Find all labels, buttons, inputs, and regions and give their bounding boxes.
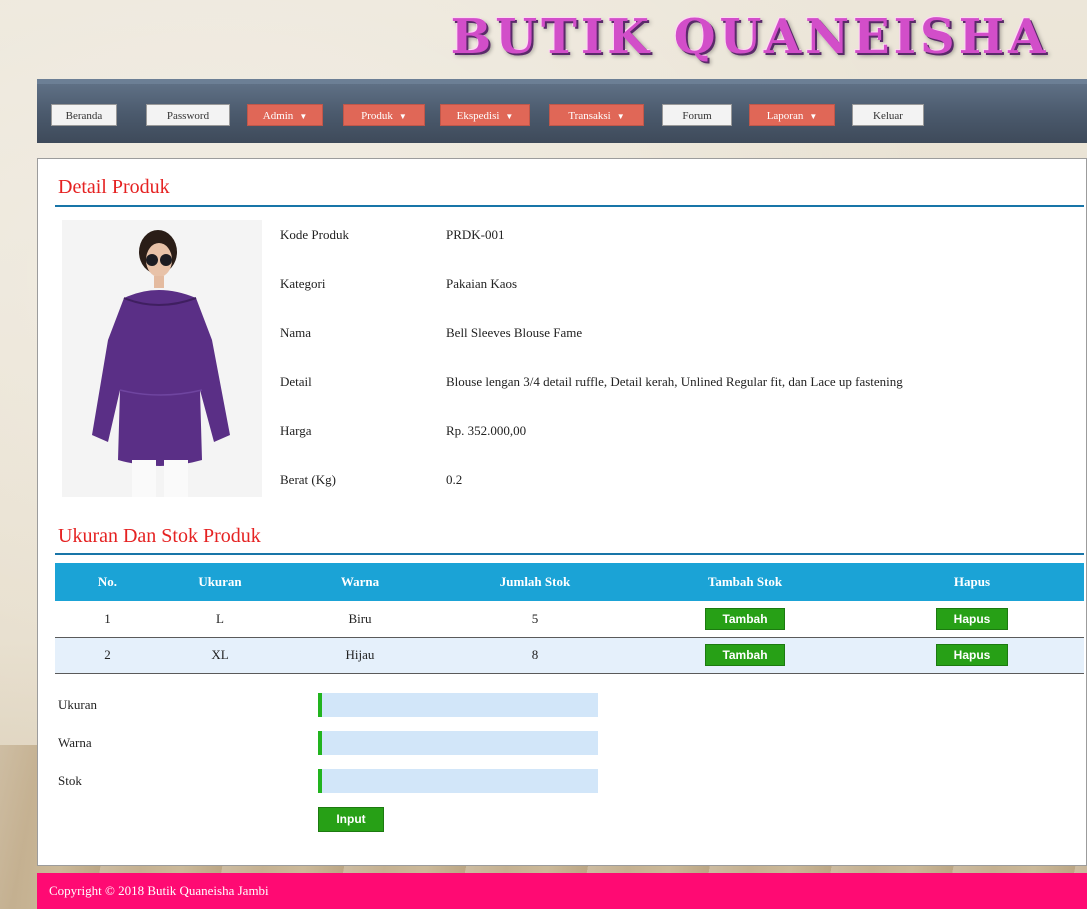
nav-item-label: Beranda — [65, 110, 103, 122]
ukuran-input[interactable] — [318, 693, 598, 717]
cell-ukuran: L — [160, 601, 280, 638]
hapus-button[interactable]: Hapus — [936, 644, 1008, 666]
cell-no: 1 — [55, 601, 160, 638]
column-header-jumlah-stok: Jumlah Stok — [440, 563, 630, 601]
cell-no: 2 — [55, 637, 160, 674]
detail-value-kode: PRDK-001 — [446, 227, 505, 242]
detail-value-harga: Rp. 352.000,00 — [446, 423, 527, 438]
nav-item-keluar[interactable]: Keluar — [852, 104, 924, 126]
nav-item-laporan[interactable]: Laporan ▼ — [749, 104, 835, 126]
nav-item-label: Password — [166, 110, 210, 122]
cell-hapus: Hapus — [860, 637, 1084, 674]
nav-item-beranda[interactable]: Beranda — [51, 104, 117, 126]
chevron-down-icon: ▼ — [616, 112, 625, 121]
chevron-down-icon: ▼ — [398, 112, 407, 121]
column-header-ukuran: Ukuran — [160, 563, 280, 601]
cell-jumlah-stok: 5 — [440, 601, 630, 638]
detail-label-detail: Detail — [280, 374, 312, 389]
column-header-hapus: Hapus — [860, 563, 1084, 601]
nav-item-label: Laporan — [766, 110, 804, 122]
nav-item-label: Produk — [361, 110, 393, 122]
main-navbar: Beranda Password Admin ▼ Produk ▼ Ekspedis… — [37, 79, 1087, 143]
nav-item-forum[interactable]: Forum — [662, 104, 732, 126]
tambah-button[interactable]: Tambah — [705, 644, 785, 666]
detail-value-berat: 0.2 — [446, 472, 463, 487]
ukuran-label: Ukuran — [58, 697, 97, 712]
column-header-tambah-stok: Tambah Stok — [630, 563, 860, 601]
detail-label-nama: Nama — [280, 325, 312, 340]
table-row: 1 L Biru 5 Tambah Hapus — [55, 601, 1084, 638]
cell-warna: Biru — [280, 601, 440, 638]
nav-item-admin[interactable]: Admin ▼ — [247, 104, 323, 126]
chevron-down-icon: ▼ — [505, 112, 514, 121]
hapus-button[interactable]: Hapus — [936, 607, 1008, 630]
stok-input[interactable] — [318, 769, 598, 793]
product-photo-illustration — [62, 220, 262, 497]
chevron-down-icon: ▼ — [809, 112, 818, 121]
detail-label-harga: Harga — [280, 423, 312, 438]
nav-item-label: Transaksi — [568, 110, 611, 122]
nav-item-label: Keluar — [873, 110, 903, 122]
stock-section-title: Ukuran Dan Stok Produk — [58, 525, 261, 547]
cell-warna: Hijau — [280, 637, 440, 674]
detail-label-kode: Kode Produk — [280, 227, 349, 242]
table-header-row: No. Ukuran Warna Jumlah Stok Tambah Stok… — [55, 563, 1084, 601]
cell-tambah: Tambah — [630, 601, 860, 638]
warna-label: Warna — [58, 735, 92, 750]
main-content-panel: Detail Produk Kode Produk PRDK-001 Kateg… — [37, 158, 1087, 866]
column-header-warna: Warna — [280, 563, 440, 601]
site-banner-title: BUTIK QUANEISHA JAMBI — [450, 9, 1050, 135]
detail-section-title: Detail Produk — [58, 176, 170, 198]
detail-value-kategori: Pakaian Kaos — [446, 276, 518, 291]
stock-table: No. Ukuran Warna Jumlah Stok Tambah Stok… — [55, 563, 1084, 674]
detail-value-nama: Bell Sleeves Blouse Fame — [446, 325, 583, 340]
nav-item-label: Forum — [682, 110, 712, 122]
detail-value-detail: Blouse lengan 3/4 detail ruffle, Detail … — [446, 374, 903, 389]
nav-item-produk[interactable]: Produk ▼ — [343, 104, 425, 126]
chevron-down-icon: ▼ — [299, 112, 308, 121]
nav-item-label: Ekspedisi — [456, 110, 500, 122]
cell-ukuran: XL — [160, 637, 280, 674]
input-submit-button[interactable]: Input — [318, 807, 384, 832]
detail-label-kategori: Kategori — [280, 276, 326, 291]
cell-hapus: Hapus — [860, 601, 1084, 638]
column-header-no: No. — [55, 563, 160, 601]
nav-item-password[interactable]: Password — [146, 104, 230, 126]
nav-item-label: Admin — [262, 110, 294, 122]
warna-input[interactable] — [318, 731, 598, 755]
section-divider — [55, 205, 1084, 207]
footer-copyright: Copyright © 2018 Butik Quaneisha Jambi — [37, 873, 1087, 909]
cell-jumlah-stok: 8 — [440, 637, 630, 674]
product-photo — [62, 220, 262, 497]
table-row: 2 XL Hijau 8 Tambah Hapus — [55, 637, 1084, 674]
detail-label-berat: Berat (Kg) — [280, 472, 336, 487]
nav-item-transaksi[interactable]: Transaksi ▼ — [549, 104, 644, 126]
tambah-button[interactable]: Tambah — [705, 607, 785, 630]
stok-label: Stok — [58, 773, 82, 788]
cell-tambah: Tambah — [630, 637, 860, 674]
section-divider — [55, 553, 1084, 555]
nav-item-ekspedisi[interactable]: Ekspedisi ▼ — [440, 104, 530, 126]
